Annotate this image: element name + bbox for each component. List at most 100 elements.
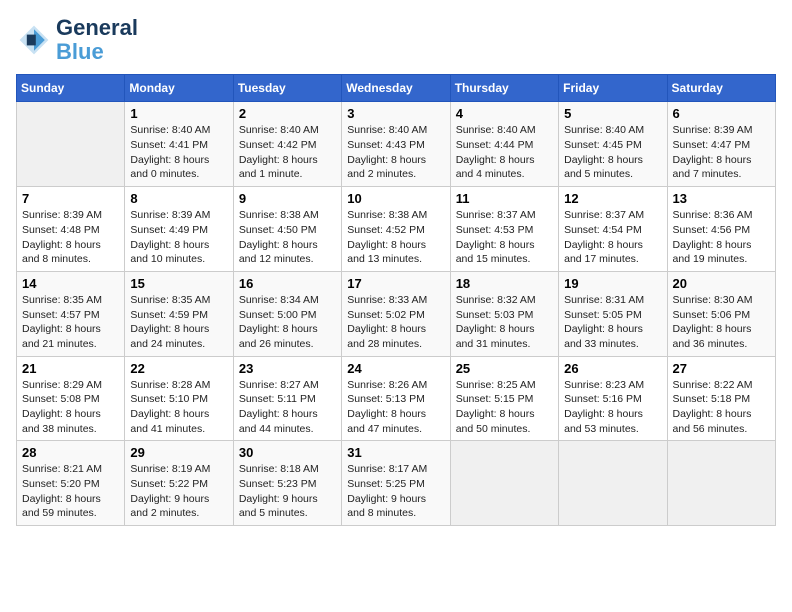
day-number: 7 (22, 191, 119, 206)
day-info: Sunrise: 8:36 AMSunset: 4:56 PMDaylight:… (673, 208, 770, 267)
header-wednesday: Wednesday (342, 75, 450, 102)
day-number: 23 (239, 361, 336, 376)
calendar-week-3: 14Sunrise: 8:35 AMSunset: 4:57 PMDayligh… (17, 271, 776, 356)
logo-text: General Blue (56, 16, 138, 64)
day-info: Sunrise: 8:37 AMSunset: 4:54 PMDaylight:… (564, 208, 661, 267)
day-number: 4 (456, 106, 553, 121)
day-info: Sunrise: 8:39 AMSunset: 4:48 PMDaylight:… (22, 208, 119, 267)
day-number: 27 (673, 361, 770, 376)
calendar-week-2: 7 Sunrise: 8:39 AMSunset: 4:48 PMDaylight… (17, 187, 776, 272)
header-sunday: Sunday (17, 75, 125, 102)
day-info: Sunrise: 8:39 AMSunset: 4:47 PMDaylight:… (673, 123, 770, 182)
day-number: 31 (347, 445, 444, 460)
day-number: 3 (347, 106, 444, 121)
day-info: Sunrise: 8:22 AMSunset: 5:18 PMDaylight:… (673, 378, 770, 437)
calendar-cell: 17Sunrise: 8:33 AMSunset: 5:02 PMDayligh… (342, 271, 450, 356)
day-info: Sunrise: 8:28 AMSunset: 5:10 PMDaylight:… (130, 378, 227, 437)
calendar-cell: 6 Sunrise: 8:39 AMSunset: 4:47 PMDaylight… (667, 102, 775, 187)
calendar-cell: 11Sunrise: 8:37 AMSunset: 4:53 PMDayligh… (450, 187, 558, 272)
calendar-cell: 28 Sunrise: 8:21 AMSunset: 5:20 PMDayligh… (17, 441, 125, 526)
calendar-cell: 24Sunrise: 8:26 AMSunset: 5:13 PMDayligh… (342, 356, 450, 441)
day-number: 11 (456, 191, 553, 206)
calendar-header-row: SundayMondayTuesdayWednesdayThursdayFrid… (17, 75, 776, 102)
calendar-cell: 10 Sunrise: 8:38 AMSunset: 4:52 PMDayligh… (342, 187, 450, 272)
day-info: Sunrise: 8:26 AMSunset: 5:13 PMDaylight:… (347, 378, 444, 437)
day-info: Sunrise: 8:19 AMSunset: 5:22 PMDaylight:… (130, 462, 227, 521)
calendar-cell: 29 Sunrise: 8:19 AMSunset: 5:22 PMDayligh… (125, 441, 233, 526)
header-thursday: Thursday (450, 75, 558, 102)
calendar-cell: 21 Sunrise: 8:29 AMSunset: 5:08 PMDayligh… (17, 356, 125, 441)
calendar-table: SundayMondayTuesdayWednesdayThursdayFrid… (16, 74, 776, 526)
calendar-cell (559, 441, 667, 526)
calendar-cell: 22 Sunrise: 8:28 AMSunset: 5:10 PMDayligh… (125, 356, 233, 441)
day-info: Sunrise: 8:18 AMSunset: 5:23 PMDaylight:… (239, 462, 336, 521)
calendar-week-1: 1Sunrise: 8:40 AMSunset: 4:41 PMDaylight… (17, 102, 776, 187)
day-info: Sunrise: 8:32 AMSunset: 5:03 PMDaylight:… (456, 293, 553, 352)
calendar-cell: 18 Sunrise: 8:32 AMSunset: 5:03 PMDayligh… (450, 271, 558, 356)
calendar-cell: 14Sunrise: 8:35 AMSunset: 4:57 PMDayligh… (17, 271, 125, 356)
calendar-cell: 30 Sunrise: 8:18 AMSunset: 5:23 PMDayligh… (233, 441, 341, 526)
calendar-week-5: 28 Sunrise: 8:21 AMSunset: 5:20 PMDayligh… (17, 441, 776, 526)
day-number: 28 (22, 445, 119, 460)
logo-line2: Blue (56, 40, 138, 64)
day-info: Sunrise: 8:40 AMSunset: 4:43 PMDaylight:… (347, 123, 444, 182)
logo: General Blue (16, 16, 138, 64)
day-number: 5 (564, 106, 661, 121)
day-number: 2 (239, 106, 336, 121)
day-number: 30 (239, 445, 336, 460)
day-number: 19 (564, 276, 661, 291)
day-info: Sunrise: 8:40 AMSunset: 4:44 PMDaylight:… (456, 123, 553, 182)
day-info: Sunrise: 8:25 AMSunset: 5:15 PMDaylight:… (456, 378, 553, 437)
calendar-cell: 16 Sunrise: 8:34 AMSunset: 5:00 PMDayligh… (233, 271, 341, 356)
calendar-cell: 26Sunrise: 8:23 AMSunset: 5:16 PMDayligh… (559, 356, 667, 441)
day-number: 1 (130, 106, 227, 121)
calendar-cell: 9 Sunrise: 8:38 AMSunset: 4:50 PMDaylight… (233, 187, 341, 272)
day-number: 17 (347, 276, 444, 291)
day-info: Sunrise: 8:38 AMSunset: 4:50 PMDaylight:… (239, 208, 336, 267)
day-number: 20 (673, 276, 770, 291)
day-info: Sunrise: 8:40 AMSunset: 4:45 PMDaylight:… (564, 123, 661, 182)
day-info: Sunrise: 8:35 AMSunset: 4:57 PMDaylight:… (22, 293, 119, 352)
day-number: 6 (673, 106, 770, 121)
day-info: Sunrise: 8:34 AMSunset: 5:00 PMDaylight:… (239, 293, 336, 352)
header-tuesday: Tuesday (233, 75, 341, 102)
logo-icon (16, 22, 52, 58)
calendar-cell: 1Sunrise: 8:40 AMSunset: 4:41 PMDaylight… (125, 102, 233, 187)
day-number: 18 (456, 276, 553, 291)
calendar-cell: 31 Sunrise: 8:17 AMSunset: 5:25 PMDayligh… (342, 441, 450, 526)
day-info: Sunrise: 8:30 AMSunset: 5:06 PMDaylight:… (673, 293, 770, 352)
day-info: Sunrise: 8:40 AMSunset: 4:42 PMDaylight:… (239, 123, 336, 182)
calendar-cell (17, 102, 125, 187)
page-header: General Blue (16, 16, 776, 64)
calendar-cell: 8Sunrise: 8:39 AMSunset: 4:49 PMDaylight… (125, 187, 233, 272)
calendar-cell: 27 Sunrise: 8:22 AMSunset: 5:18 PMDayligh… (667, 356, 775, 441)
calendar-cell: 20 Sunrise: 8:30 AMSunset: 5:06 PMDayligh… (667, 271, 775, 356)
day-number: 21 (22, 361, 119, 376)
calendar-cell: 4 Sunrise: 8:40 AMSunset: 4:44 PMDaylight… (450, 102, 558, 187)
day-info: Sunrise: 8:27 AMSunset: 5:11 PMDaylight:… (239, 378, 336, 437)
header-monday: Monday (125, 75, 233, 102)
day-info: Sunrise: 8:39 AMSunset: 4:49 PMDaylight:… (130, 208, 227, 267)
day-info: Sunrise: 8:29 AMSunset: 5:08 PMDaylight:… (22, 378, 119, 437)
day-number: 10 (347, 191, 444, 206)
day-info: Sunrise: 8:17 AMSunset: 5:25 PMDaylight:… (347, 462, 444, 521)
calendar-cell: 5 Sunrise: 8:40 AMSunset: 4:45 PMDaylight… (559, 102, 667, 187)
calendar-cell: 7 Sunrise: 8:39 AMSunset: 4:48 PMDaylight… (17, 187, 125, 272)
day-info: Sunrise: 8:31 AMSunset: 5:05 PMDaylight:… (564, 293, 661, 352)
calendar-cell: 3 Sunrise: 8:40 AMSunset: 4:43 PMDaylight… (342, 102, 450, 187)
calendar-cell (667, 441, 775, 526)
logo-line1: General (56, 16, 138, 40)
calendar-cell: 13Sunrise: 8:36 AMSunset: 4:56 PMDayligh… (667, 187, 775, 272)
day-number: 16 (239, 276, 336, 291)
day-number: 9 (239, 191, 336, 206)
header-friday: Friday (559, 75, 667, 102)
day-number: 12 (564, 191, 661, 206)
calendar-week-4: 21 Sunrise: 8:29 AMSunset: 5:08 PMDayligh… (17, 356, 776, 441)
day-number: 29 (130, 445, 227, 460)
day-number: 22 (130, 361, 227, 376)
day-info: Sunrise: 8:21 AMSunset: 5:20 PMDaylight:… (22, 462, 119, 521)
day-info: Sunrise: 8:38 AMSunset: 4:52 PMDaylight:… (347, 208, 444, 267)
calendar-cell: 12 Sunrise: 8:37 AMSunset: 4:54 PMDayligh… (559, 187, 667, 272)
calendar-cell: 25Sunrise: 8:25 AMSunset: 5:15 PMDayligh… (450, 356, 558, 441)
calendar-cell: 23 Sunrise: 8:27 AMSunset: 5:11 PMDayligh… (233, 356, 341, 441)
